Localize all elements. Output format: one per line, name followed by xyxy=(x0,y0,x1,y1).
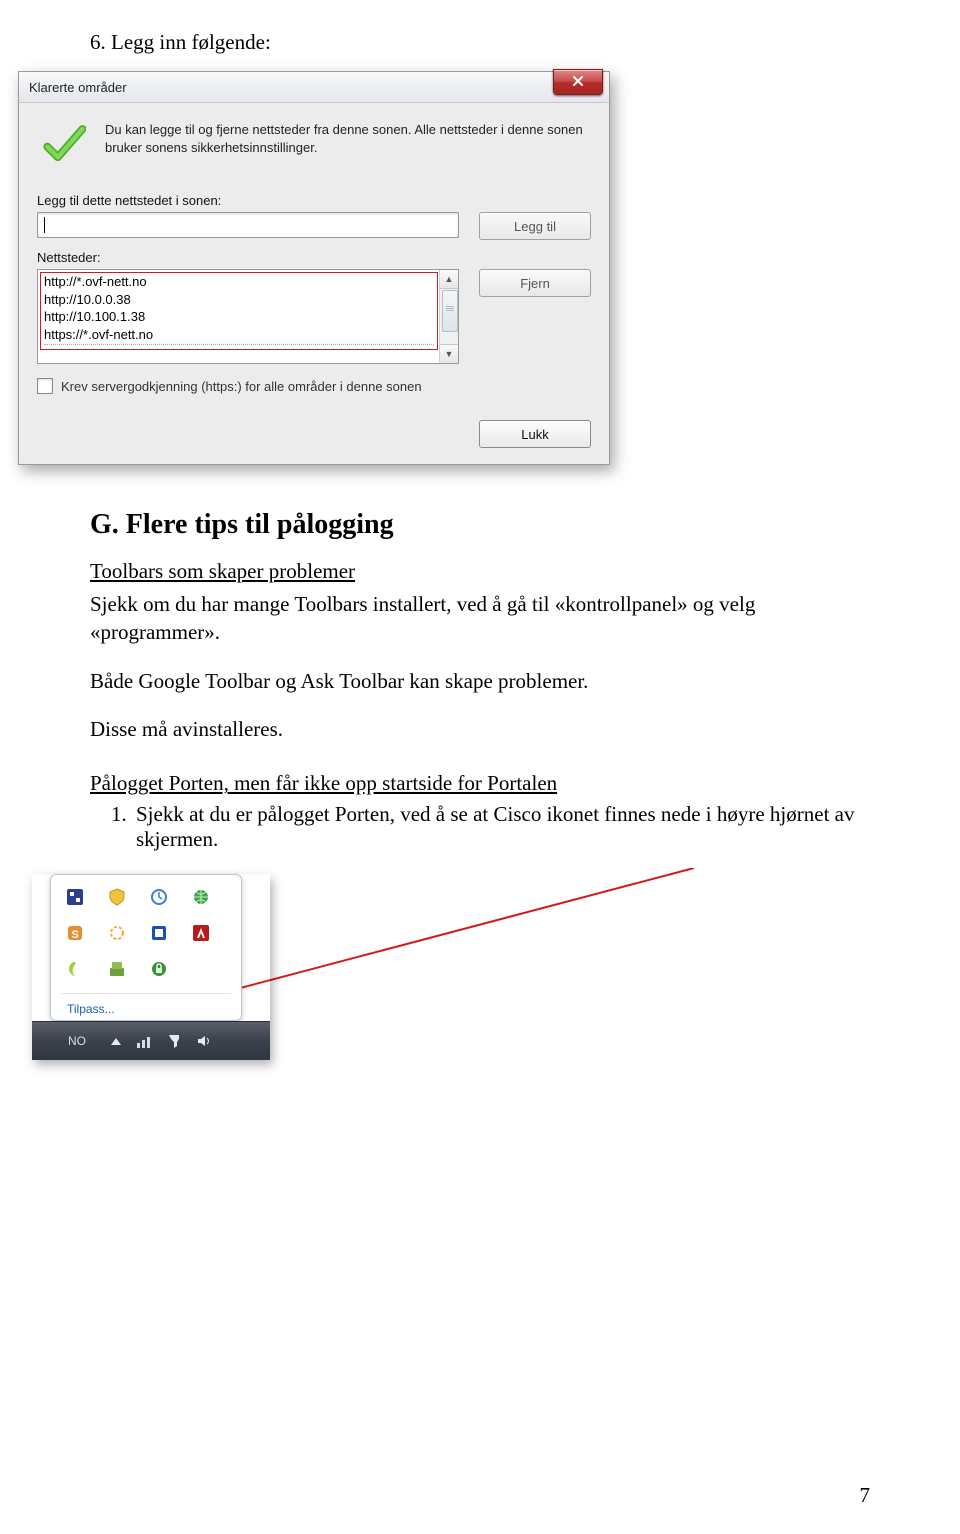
globe-icon[interactable] xyxy=(191,887,211,907)
cisco-vpn-icon[interactable] xyxy=(149,959,169,979)
dialog-title: Klarerte områder xyxy=(29,80,127,95)
https-checkbox-label: Krev servergodkjenning (https:) for alle… xyxy=(61,379,422,394)
taskbar: NO xyxy=(32,1021,270,1060)
https-checkbox-row: Krev servergodkjenning (https:) for alle… xyxy=(37,378,591,394)
document-page: 6. Legg inn følgende: Klarerte områder xyxy=(0,0,960,1534)
chevron-up-icon xyxy=(111,1038,121,1045)
tray-icon xyxy=(191,959,211,979)
info-row: Du kan legge til og fjerne nettsteder fr… xyxy=(37,117,591,183)
portal-subheading: Pålogget Porten, men får ikke opp starts… xyxy=(90,771,870,796)
tray-icons-bar xyxy=(132,1029,216,1053)
toolbars-subheading: Toolbars som skaper problemer xyxy=(90,559,870,584)
tray-icon[interactable] xyxy=(107,923,127,943)
dialog-screenshot-wrap: Klarerte områder Du kan legge til og xyxy=(18,71,870,465)
add-button[interactable]: Legg til xyxy=(479,212,591,240)
dialog-info-text: Du kan legge til og fjerne nettsteder fr… xyxy=(105,121,587,156)
list-item-partial xyxy=(44,344,434,351)
scroll-thumb[interactable] xyxy=(442,290,458,332)
tray-icon[interactable] xyxy=(65,959,85,979)
sites-list-row: http://*.ovf-nett.no http://10.0.0.38 ht… xyxy=(37,269,591,364)
trusted-sites-dialog: Klarerte områder Du kan legge til og xyxy=(18,71,610,465)
list-item[interactable]: http://10.0.0.38 xyxy=(44,291,434,309)
tray-icon[interactable] xyxy=(149,887,169,907)
list-item[interactable]: http://10.100.1.38 xyxy=(44,308,434,326)
https-checkbox[interactable] xyxy=(37,378,53,394)
tray-icon[interactable] xyxy=(107,959,127,979)
language-indicator[interactable]: NO xyxy=(68,1034,86,1048)
list-item[interactable]: http://*.ovf-nett.no xyxy=(44,273,434,291)
toolbars-p3: Disse må avinstalleres. xyxy=(90,715,870,743)
close-icon xyxy=(571,74,585,91)
scroll-up-button[interactable]: ▲ xyxy=(440,270,458,289)
remove-button[interactable]: Fjern xyxy=(479,269,591,297)
add-site-row: Legg til xyxy=(37,212,591,240)
dialog-titlebar: Klarerte områder xyxy=(19,72,609,103)
sites-list-label: Nettsteder: xyxy=(37,250,591,265)
dialog-footer: Lukk xyxy=(37,394,591,448)
dialog-body: Du kan legge til og fjerne nettsteder fr… xyxy=(19,103,609,464)
list-item[interactable]: https://*.ovf-nett.no xyxy=(44,326,434,344)
scroll-down-button[interactable]: ▼ xyxy=(440,344,458,363)
add-site-input[interactable] xyxy=(37,212,459,238)
section-g-heading: G. Flere tips til pålogging xyxy=(90,509,870,541)
portal-steps-list: Sjekk at du er pålogget Porten, ved å se… xyxy=(90,802,870,852)
add-site-label: Legg til dette nettstedet i sonen: xyxy=(37,193,591,208)
tray-icon[interactable] xyxy=(65,887,85,907)
tray-icons-grid: S xyxy=(51,875,241,987)
tray-expand-button[interactable] xyxy=(104,1029,128,1053)
network-icon[interactable] xyxy=(132,1029,156,1053)
portal-step-1: Sjekk at du er pålogget Porten, ved å se… xyxy=(132,802,870,852)
close-button[interactable] xyxy=(553,69,603,95)
tray-popup: S Tilpass... xyxy=(50,874,242,1021)
customize-tray-link[interactable]: Tilpass... xyxy=(61,993,231,1016)
step6-text: 6. Legg inn følgende: xyxy=(90,30,870,55)
sites-listbox[interactable]: http://*.ovf-nett.no http://10.0.0.38 ht… xyxy=(37,269,459,364)
adobe-icon[interactable] xyxy=(191,923,211,943)
tray-icon[interactable]: S xyxy=(65,923,85,943)
system-tray-screenshot: S Tilpass... NO xyxy=(32,874,270,1060)
scrollbar[interactable]: ▲ ▼ xyxy=(439,270,458,363)
toolbars-p2: Både Google Toolbar og Ask Toolbar kan s… xyxy=(90,667,870,695)
toolbars-p1: Sjekk om du har mange Toolbars installer… xyxy=(90,590,870,647)
action-center-icon[interactable] xyxy=(162,1029,186,1053)
close-dialog-button[interactable]: Lukk xyxy=(479,420,591,448)
page-number: 7 xyxy=(860,1483,871,1508)
tray-icon[interactable] xyxy=(149,923,169,943)
svg-text:S: S xyxy=(71,929,78,941)
checkmark-icon xyxy=(41,121,87,167)
text-cursor-icon xyxy=(44,217,45,233)
sites-items: http://*.ovf-nett.no http://10.0.0.38 ht… xyxy=(38,270,440,354)
shield-icon[interactable] xyxy=(107,887,127,907)
tray-screenshot-with-arrow: S Tilpass... NO xyxy=(90,874,870,1060)
volume-icon[interactable] xyxy=(192,1029,216,1053)
